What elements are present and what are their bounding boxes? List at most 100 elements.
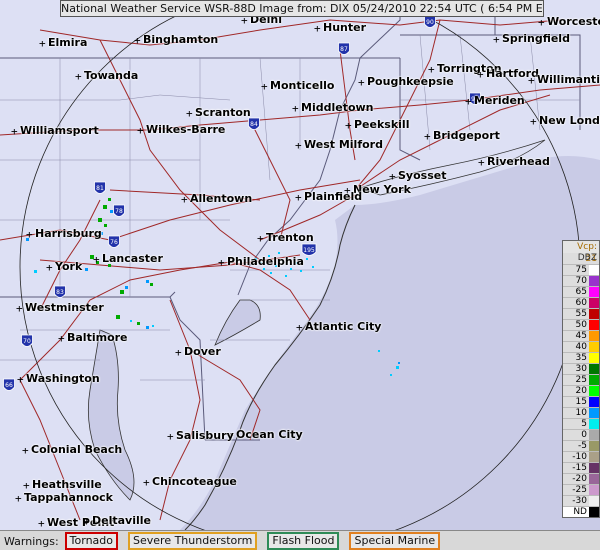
city-label: Wilkes-Barre [146,123,226,136]
city-label: Harrisburg [35,227,102,240]
city-marker: + [493,33,500,46]
interstate-shield: 87 [338,42,350,55]
city-label: Syosset [398,169,447,182]
city-label: Bridgeport [433,129,500,142]
city-label: Poughkeepsie [367,75,454,88]
city-label: Willimantic [537,73,600,86]
city-marker: + [530,115,537,128]
city-marker: + [39,37,46,50]
legend-swatch [589,364,599,374]
city-marker: + [218,256,225,269]
legend-swatch [589,496,599,506]
legend-value: 75 [575,265,587,275]
city-marker: + [16,302,23,315]
interstate-shield: 81 [94,181,106,194]
warning-tornado-button[interactable]: Tornado [64,532,119,550]
legend-row: -30 [563,495,599,506]
legend-value: 25 [575,375,587,385]
city-marker: + [296,321,303,334]
legend-swatch [589,474,599,484]
legend-value: -20 [572,474,587,484]
city-marker: + [477,68,484,81]
city-marker: + [83,515,90,528]
legend-swatch [589,397,599,407]
interstate-shield: 90 [424,15,436,28]
vcp-label: Vcp: 21 [563,241,599,264]
interstate-shield: 66 [3,378,15,391]
legend-row: -25 [563,484,599,495]
city-marker: + [478,156,485,169]
city-label: Riverhead [487,155,550,168]
city-marker: + [143,476,150,489]
city-label: Philadelphia [227,255,304,268]
city-marker: + [465,95,472,108]
dbz-legend: Vcp: 21 DBZ 75 70 65 60 55 50 45 40 35 30 25 20 15 10… [562,240,600,518]
city-label: Meriden [474,94,525,107]
city-marker: + [46,261,53,274]
city-marker: + [345,119,352,132]
warning-severe-thunderstorm-button[interactable]: Severe Thunderstorm [128,532,258,550]
legend-swatch [589,331,599,341]
city-label: Washington [26,372,100,385]
legend-swatch [589,353,599,363]
legend-row: 65 [563,286,599,297]
legend-row: ND [563,506,599,517]
city-marker: + [292,102,299,115]
city-label: Ocean City [236,428,303,441]
legend-swatch [589,309,599,319]
city-label: Lancaster [102,252,163,265]
legend-swatch [589,463,599,473]
legend-row: 5 [563,418,599,429]
warnings-bar: Warnings: Tornado Severe Thunderstorm Flas… [0,530,600,550]
legend-value: 20 [575,386,587,396]
shield-number: 87 [340,46,348,53]
legend-value: 50 [575,320,587,330]
city-label: Atlantic City [305,320,382,333]
city-marker: + [93,253,100,266]
legend-row: 50 [563,319,599,330]
legend-swatch [589,298,599,308]
legend-swatch [589,430,599,440]
warning-special-marine-button[interactable]: Special Marine [349,532,441,550]
legend-swatch [589,485,599,495]
city-label: Trenton [266,231,314,244]
warning-flash-flood-button[interactable]: Flash Flood [267,532,340,550]
shield-number: 78 [115,208,123,215]
legend-swatch [589,507,599,517]
city-marker: + [528,74,535,87]
shield-number: 66 [5,382,13,389]
legend-row: 10 [563,407,599,418]
legend-value: ND [573,507,587,517]
city-marker: + [167,430,174,443]
legend-value: 35 [575,353,587,363]
city-marker: + [358,76,365,89]
city-marker: + [38,517,45,530]
legend-swatch [589,452,599,462]
legend-value: -5 [578,441,587,451]
shield-number: 70 [23,338,31,345]
legend-row: 45 [563,330,599,341]
city-label: Westminster [25,301,104,314]
legend-value: 55 [575,309,587,319]
city-marker: + [295,191,302,204]
legend-row: 15 [563,396,599,407]
city-label: Worcester [547,15,600,28]
shield-number: 83 [56,289,64,296]
city-label: Middletown [301,101,374,114]
city-label: Scranton [195,106,251,119]
city-label: Chincoteague [152,475,237,488]
legend-row: 30 [563,363,599,374]
legend-value: 10 [575,408,587,418]
interstate-shield: 78 [113,204,125,217]
city-label: Baltimore [67,331,128,344]
city-marker: + [295,139,302,152]
legend-value: 65 [575,287,587,297]
city-marker: + [261,80,268,93]
city-marker: + [58,332,65,345]
legend-row: 60 [563,297,599,308]
legend-value: 30 [575,364,587,374]
city-label: Deltaville [92,514,151,527]
legend-value: 40 [575,342,587,352]
city-marker: + [257,232,264,245]
city-marker: + [17,373,24,386]
